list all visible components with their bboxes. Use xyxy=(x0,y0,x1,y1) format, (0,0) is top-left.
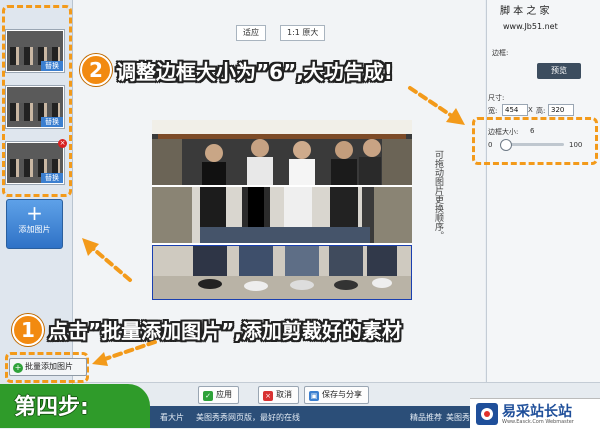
arrowhead-1 xyxy=(446,108,465,125)
annotation-arrows xyxy=(82,86,465,366)
arrowhead-3 xyxy=(92,352,108,366)
arrow-to-border-size xyxy=(408,86,457,120)
arrow-to-add-image xyxy=(88,244,132,282)
arrow-to-batch-add xyxy=(100,340,157,362)
step-four-text: 第四步: xyxy=(14,395,89,420)
